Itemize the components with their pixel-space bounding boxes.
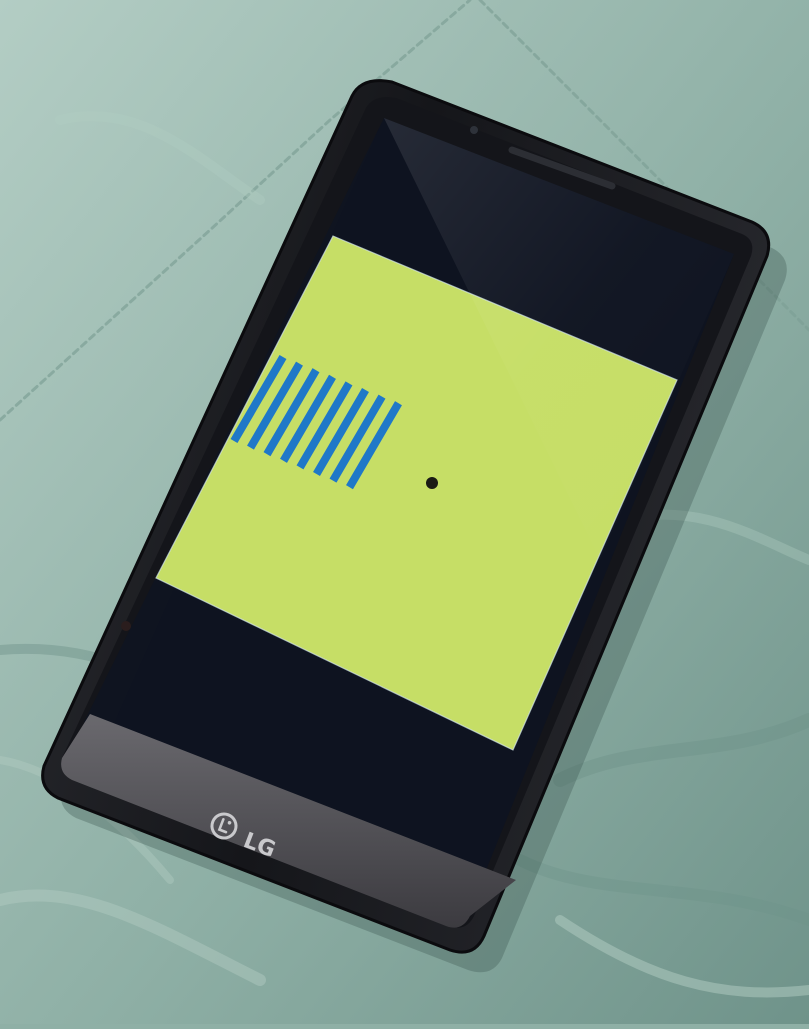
fixation-dot (426, 477, 438, 489)
scene-canvas: LG (0, 0, 809, 1024)
proximity-sensor (121, 621, 131, 631)
front-camera (470, 126, 478, 134)
photo-scene: LG (0, 0, 809, 1024)
